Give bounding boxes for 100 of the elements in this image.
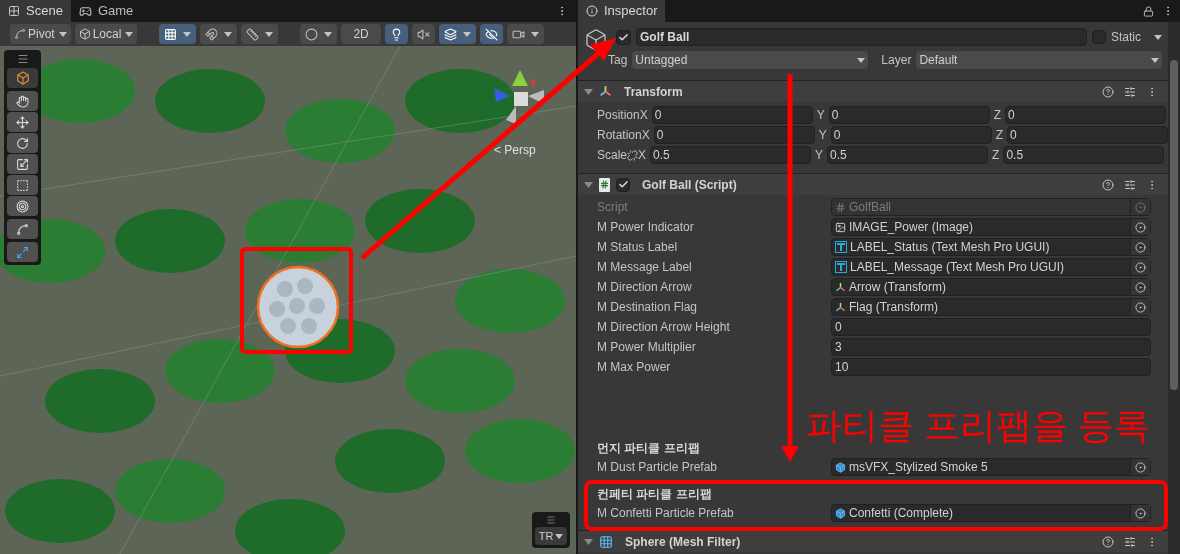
inspector-tab[interactable]: Inspector	[578, 0, 666, 22]
foldout-caret-icon[interactable]	[584, 180, 593, 189]
preset-settings-icon[interactable]	[1124, 178, 1136, 191]
grid-snap-toggle[interactable]	[159, 24, 197, 44]
space-dropdown[interactable]: Local	[74, 24, 138, 44]
number-field[interactable]: 0.5	[1003, 146, 1165, 164]
number-field[interactable]: 0	[1005, 106, 1167, 124]
help-icon[interactable]	[1102, 535, 1114, 548]
object-field[interactable]: Confetti (Complete)	[831, 504, 1151, 522]
spline-tool-icon[interactable]	[16, 222, 29, 236]
number-field[interactable]: 0.5	[827, 146, 989, 164]
text-component-icon	[835, 241, 847, 253]
object-picker-icon[interactable]	[1135, 241, 1146, 253]
scrollbar-thumb[interactable]	[1170, 60, 1178, 390]
view-cube-icon[interactable]	[15, 71, 30, 85]
lock-icon[interactable]	[1143, 6, 1154, 17]
scale-tool-icon[interactable]	[16, 157, 29, 171]
name-field[interactable]: Golf Ball	[636, 28, 1087, 46]
component-header[interactable]: Sphere (Mesh Filter)	[578, 530, 1168, 552]
drag-handle-icon[interactable]	[546, 515, 556, 525]
axis-label: X	[638, 147, 647, 164]
object-picker-icon[interactable]	[1135, 281, 1146, 293]
projection-label[interactable]: < Persp	[494, 141, 536, 159]
preset-settings-icon[interactable]	[1124, 535, 1136, 548]
layer-label: Layer	[881, 52, 912, 69]
axis-label: Z	[992, 147, 1000, 164]
field-label: M Power Multiplier	[597, 339, 697, 356]
static-checkbox[interactable]	[1092, 30, 1106, 44]
rect-tool-icon[interactable]	[16, 178, 29, 192]
number-field[interactable]: 3	[831, 338, 1151, 356]
mesh-grid-icon	[599, 534, 613, 549]
prefab-cube-icon	[835, 507, 846, 519]
object-field[interactable]: IMAGE_Power (Image)	[831, 218, 1151, 236]
object-picker-icon[interactable]	[1135, 261, 1146, 273]
object-picker-icon[interactable]	[1135, 461, 1146, 473]
field-label: M Status Label	[597, 239, 679, 256]
axis-label: Y	[816, 107, 825, 124]
increment-snap-toggle[interactable]	[200, 24, 238, 44]
help-icon[interactable]	[1102, 85, 1114, 98]
number-field[interactable]: 0	[830, 126, 992, 144]
grid-toggle[interactable]	[241, 24, 279, 44]
enabled-checkbox[interactable]	[616, 177, 630, 192]
object-picker-icon[interactable]	[1135, 301, 1146, 313]
tag-dropdown[interactable]: Untagged	[632, 51, 869, 69]
golf-ball[interactable]	[255, 264, 341, 350]
audio-toggle[interactable]	[411, 24, 435, 44]
foldout-caret-icon[interactable]	[584, 87, 593, 96]
rotate-tool-icon[interactable]	[16, 136, 29, 150]
scene-view[interactable]: < Persp TR	[0, 46, 576, 554]
move-tool-icon[interactable]	[16, 115, 29, 129]
object-picker-icon[interactable]	[1135, 221, 1146, 233]
number-field[interactable]: 0.5	[650, 146, 812, 164]
static-caret-icon	[1154, 34, 1162, 40]
field-label: M Power Indicator	[597, 219, 695, 236]
layer-dropdown[interactable]: Default	[916, 51, 1162, 69]
component-title: Transform	[624, 83, 683, 101]
camera-toggle[interactable]	[506, 24, 544, 44]
text-component-icon	[835, 261, 847, 273]
component-header[interactable]: Transform	[578, 80, 1168, 102]
magnet-icon	[205, 27, 219, 41]
object-picker-icon[interactable]	[1135, 507, 1146, 519]
panel-tab[interactable]: Scene	[0, 0, 71, 22]
annotation-text: 파티클 프리팹을 등록	[806, 406, 1150, 446]
hand-tool-icon[interactable]	[16, 94, 29, 108]
number-field[interactable]: 0	[651, 106, 813, 124]
gamepad-icon	[78, 4, 92, 18]
object-field[interactable]: LABEL_Status (Text Mesh Pro UGUI)	[831, 238, 1151, 256]
object-field[interactable]: LABEL_Message (Text Mesh Pro UGUI)	[831, 258, 1151, 276]
number-field[interactable]: 0	[828, 106, 990, 124]
preset-settings-icon[interactable]	[1124, 85, 1136, 98]
visibility-toggle[interactable]	[479, 24, 503, 44]
unlinked-scale-icon[interactable]	[627, 149, 639, 161]
object-field[interactable]: msVFX_Stylized Smoke 5	[831, 458, 1151, 476]
pivot-icon	[14, 28, 26, 40]
object-field[interactable]: Arrow (Transform)	[831, 278, 1151, 296]
component-header[interactable]: Golf Ball (Script)	[578, 173, 1168, 195]
caret-icon	[125, 31, 134, 37]
field-label: M Destination Flag	[597, 299, 699, 316]
field-value: 10	[835, 359, 849, 376]
number-field[interactable]: 0	[653, 126, 815, 144]
pivot-dropdown[interactable]: Pivot	[10, 24, 71, 44]
2d-toggle[interactable]: 2D	[341, 24, 381, 44]
lighting-toggle[interactable]	[384, 24, 408, 44]
number-field[interactable]: 0	[1007, 126, 1169, 144]
effects-toggle[interactable]	[438, 24, 476, 44]
axes-icon	[835, 281, 846, 293]
tag-label: Tag	[608, 52, 628, 69]
hidden-eye-icon	[484, 27, 498, 41]
number-field[interactable]: 10	[831, 358, 1151, 376]
draw-mode-toggle[interactable]	[300, 24, 338, 44]
help-icon[interactable]	[1102, 178, 1114, 191]
axis-label: X	[641, 127, 650, 144]
drag-handle-icon[interactable]	[16, 53, 29, 65]
foldout-caret-icon[interactable]	[584, 537, 593, 546]
overlay-button[interactable]: TR	[535, 527, 567, 545]
object-field[interactable]: Flag (Transform)	[831, 298, 1151, 316]
component-title: Sphere (Mesh Filter)	[625, 533, 741, 551]
number-field[interactable]: 0	[831, 318, 1151, 336]
field-value: IMAGE_Power (Image)	[849, 219, 974, 236]
active-checkbox[interactable]	[616, 29, 631, 45]
